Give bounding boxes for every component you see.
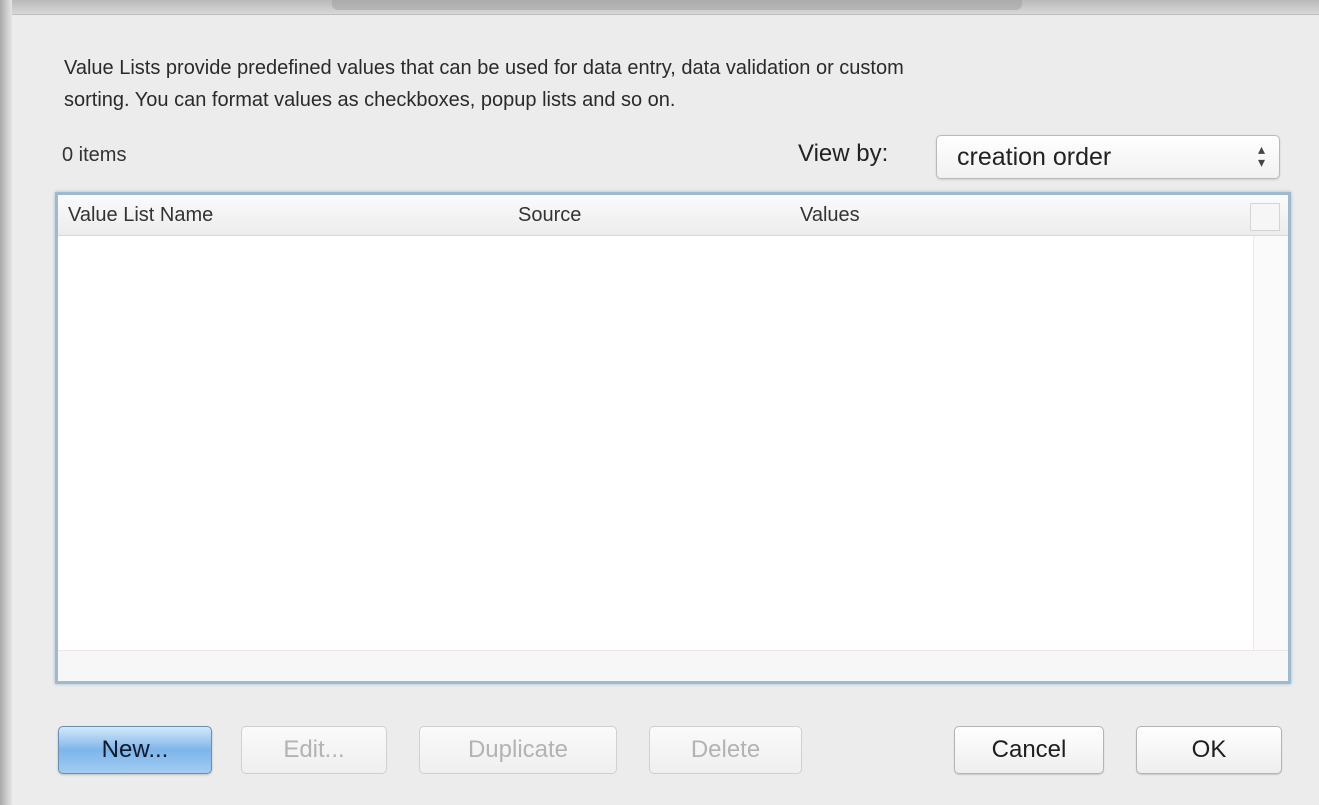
description-line-1: Value Lists provide predefined values th… xyxy=(64,57,904,79)
column-header-source[interactable]: Source xyxy=(518,204,581,227)
ok-button[interactable]: OK xyxy=(1136,726,1282,774)
edit-button: Edit... xyxy=(241,726,387,774)
column-header-value-list-name[interactable]: Value List Name xyxy=(68,204,213,227)
table-body-empty xyxy=(58,236,1254,651)
duplicate-button: Duplicate xyxy=(419,726,617,774)
dialog-titlebar xyxy=(12,0,1319,15)
new-button[interactable]: New... xyxy=(58,726,212,774)
window-left-edge xyxy=(0,0,12,805)
column-header-values[interactable]: Values xyxy=(800,204,860,227)
chevron-updown-icon: ▴ ▾ xyxy=(1257,141,1265,170)
view-by-select[interactable]: creation order ▴ ▾ xyxy=(936,135,1280,179)
dialog-title-obscured xyxy=(332,0,1022,10)
view-by-selected-value: creation order xyxy=(957,143,1112,171)
table-header: Value List Name Source Values xyxy=(58,195,1288,236)
view-by-label: View by: xyxy=(798,140,889,167)
description-line-2: sorting. You can format values as checkb… xyxy=(64,89,676,111)
cancel-button[interactable]: Cancel xyxy=(954,726,1104,774)
vertical-scrollbar[interactable] xyxy=(1253,236,1288,651)
items-count: 0 items xyxy=(62,144,127,166)
column-options-corner[interactable] xyxy=(1250,203,1280,231)
delete-button: Delete xyxy=(649,726,802,774)
value-list-table[interactable]: Value List Name Source Values xyxy=(55,192,1291,684)
horizontal-scrollbar[interactable] xyxy=(58,650,1288,681)
dialog-description: Value Lists provide predefined values th… xyxy=(64,52,1264,116)
